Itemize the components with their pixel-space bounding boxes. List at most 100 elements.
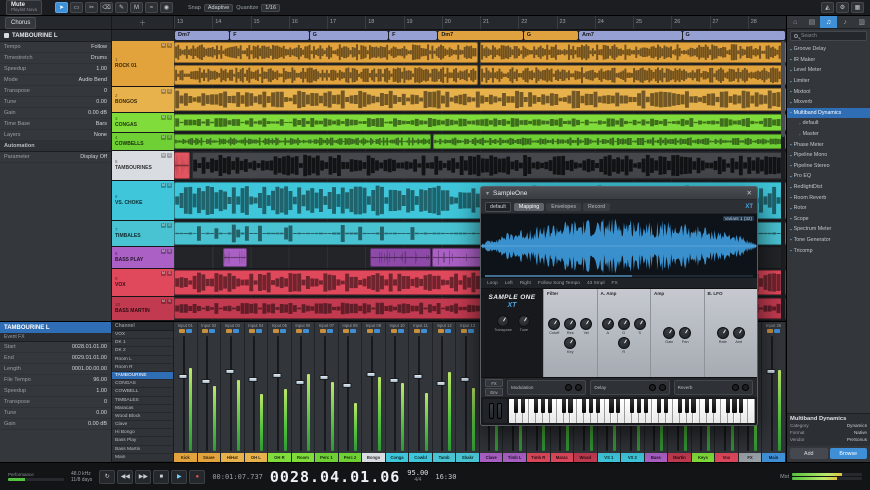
ruler-tick[interactable]: 22 [518,16,556,29]
browser-item[interactable]: ▪ Tone Generator [787,235,870,246]
strip-mute-button[interactable] [319,329,326,333]
strip-solo-button[interactable] [444,329,451,333]
fader-handle[interactable] [366,371,376,377]
event-row-value[interactable]: 0.00 [96,410,107,416]
mixer-strip[interactable]: Input 02 Snare [197,322,222,462]
knob-rate[interactable] [716,327,729,339]
piano-black-key[interactable] [629,399,635,413]
fader-handle[interactable] [225,369,235,375]
mini-knob[interactable] [648,384,656,391]
chord-marker[interactable]: Dm7 [175,31,230,40]
mute-button[interactable]: M [161,299,166,304]
plugin-tab-mapping[interactable]: Mapping [513,202,545,211]
stop-button[interactable]: ■ [153,469,170,484]
knob-gain[interactable] [663,327,676,339]
inspector-row-value[interactable]: 0.00 dB [88,110,107,116]
fader-handle[interactable] [178,374,188,380]
arrange-scrollbar[interactable] [781,41,785,321]
snap-mode-select[interactable]: Adaptive [203,3,234,12]
strip-mute-button[interactable] [414,329,421,333]
track-header[interactable]: 1 ROCK 01 M S [112,41,174,87]
chord-marker[interactable]: G [309,31,389,40]
audio-clip[interactable] [369,248,432,267]
track-header[interactable]: 2 BONGOS M S [112,87,174,113]
ruler-tick[interactable]: 25 [633,16,671,29]
solo-button[interactable]: S [167,271,172,276]
event-row-value[interactable]: 0028.01.01.00 [72,344,107,350]
ruler-tick[interactable]: 20 [441,16,480,29]
strip-name-tag[interactable]: Perc 2 [338,453,362,462]
mixer-strip[interactable]: Input 05 OH R [268,322,292,462]
ruler-tick[interactable]: 26 [671,16,709,29]
piano-black-key[interactable] [732,399,737,413]
rewind-button[interactable]: ◀◀ [117,469,134,484]
mute-button[interactable]: M [161,223,166,228]
instruments-tab[interactable]: ▤ [804,16,821,28]
performance-meter[interactable]: Performance [8,472,64,481]
fx-section-modulation[interactable]: Modulation [507,380,587,395]
browser-item[interactable]: ▪ Pro EQ [787,171,870,182]
browser-item[interactable]: ▪ Room Reverb [787,192,870,203]
piano-black-key[interactable] [616,399,621,413]
loop-setting[interactable]: 43 Smpl [587,281,605,286]
ruler-tick[interactable]: 15 [250,16,289,29]
mini-knob[interactable] [731,384,739,391]
home-tab[interactable]: ⌂ [787,16,804,28]
automation-row-value[interactable]: Display Off [80,154,107,160]
track-header[interactable]: 10 BASS MARTIN M S [112,297,174,321]
add-button[interactable]: Add [790,448,828,459]
solo-button[interactable]: S [167,153,172,158]
mixer-strip[interactable]: Input 08 Perc 2 [338,322,363,462]
mixer-strip[interactable]: Input 10 Conga [385,322,410,462]
listen-tool[interactable]: ◉ [160,2,174,13]
strip-mute-button[interactable] [390,329,397,333]
arrow-tool[interactable]: ➤ [55,2,69,13]
erase-tool[interactable]: ⌫ [100,2,114,13]
timeline-ruler[interactable]: 13 14 15 16 17 18 19 20 21 22 23 24 25 26 27 28 [174,16,786,29]
knob-cutoff[interactable] [548,317,561,330]
strip-name-tag[interactable]: Martin [668,453,691,462]
automation-row[interactable]: Parameter Display Off [0,152,111,163]
browser-item[interactable]: ▪ Scope [787,214,870,225]
close-icon[interactable]: ✕ [747,189,752,197]
mixer-strip[interactable]: Input 01 Kick [174,322,198,462]
ruler-tick[interactable]: 14 [212,16,250,29]
channel-list-item[interactable]: Maracas [112,405,173,413]
solo-button[interactable]: S [167,135,172,140]
plugin-menu-icon[interactable]: ▾ [486,190,489,197]
strip-name-tag[interactable]: OH L [244,453,268,462]
channel-list-item[interactable]: Room L [112,356,173,364]
piano-black-key[interactable] [520,399,525,413]
browser-item[interactable]: ▪ Groove Delay [787,44,870,55]
piano-black-key[interactable] [657,399,662,413]
audio-clip[interactable] [174,114,786,131]
channel-list-item[interactable]: Main [112,454,173,462]
piano-black-key[interactable] [561,399,566,413]
knob-key[interactable] [564,336,577,349]
ruler-tick[interactable]: 27 [709,16,748,29]
strip-name-tag[interactable]: Room [291,453,315,462]
mini-knob[interactable] [741,384,749,391]
piano-black-key[interactable] [739,399,744,413]
inspector-row[interactable]: Timestretch Drums [0,53,111,64]
mini-knob[interactable] [658,384,666,391]
piano-black-key[interactable] [725,399,730,413]
strip-name-tag[interactable]: Timb L [503,453,526,462]
event-row[interactable]: Transpose 0 [0,397,111,408]
browser-item[interactable]: ◦ Master [787,129,870,140]
mini-knob[interactable] [565,384,573,391]
strip-mute-button[interactable] [178,329,185,333]
ruler-tick[interactable]: 23 [556,16,595,29]
settings-icon[interactable]: ⚙ [836,2,849,13]
track-header[interactable]: 8 BASS PLAY M S [112,247,174,269]
strip-mute-button[interactable] [343,329,350,333]
browser-item[interactable]: ▪ Pipeline Mono [787,150,870,161]
mixer-strip[interactable]: Input 06 Room [291,322,316,462]
fader-handle[interactable] [201,378,211,384]
strip-mute-button[interactable] [225,329,232,333]
browser-item[interactable]: ▪ Mixverb [787,97,870,108]
bend-tool[interactable]: ≈ [145,2,159,13]
inspector-row-value[interactable]: 0 [104,88,107,94]
mixer-strip[interactable]: Input 11 Cowbl [409,322,433,462]
event-row[interactable]: End 0029.01.01.00 [0,353,111,364]
